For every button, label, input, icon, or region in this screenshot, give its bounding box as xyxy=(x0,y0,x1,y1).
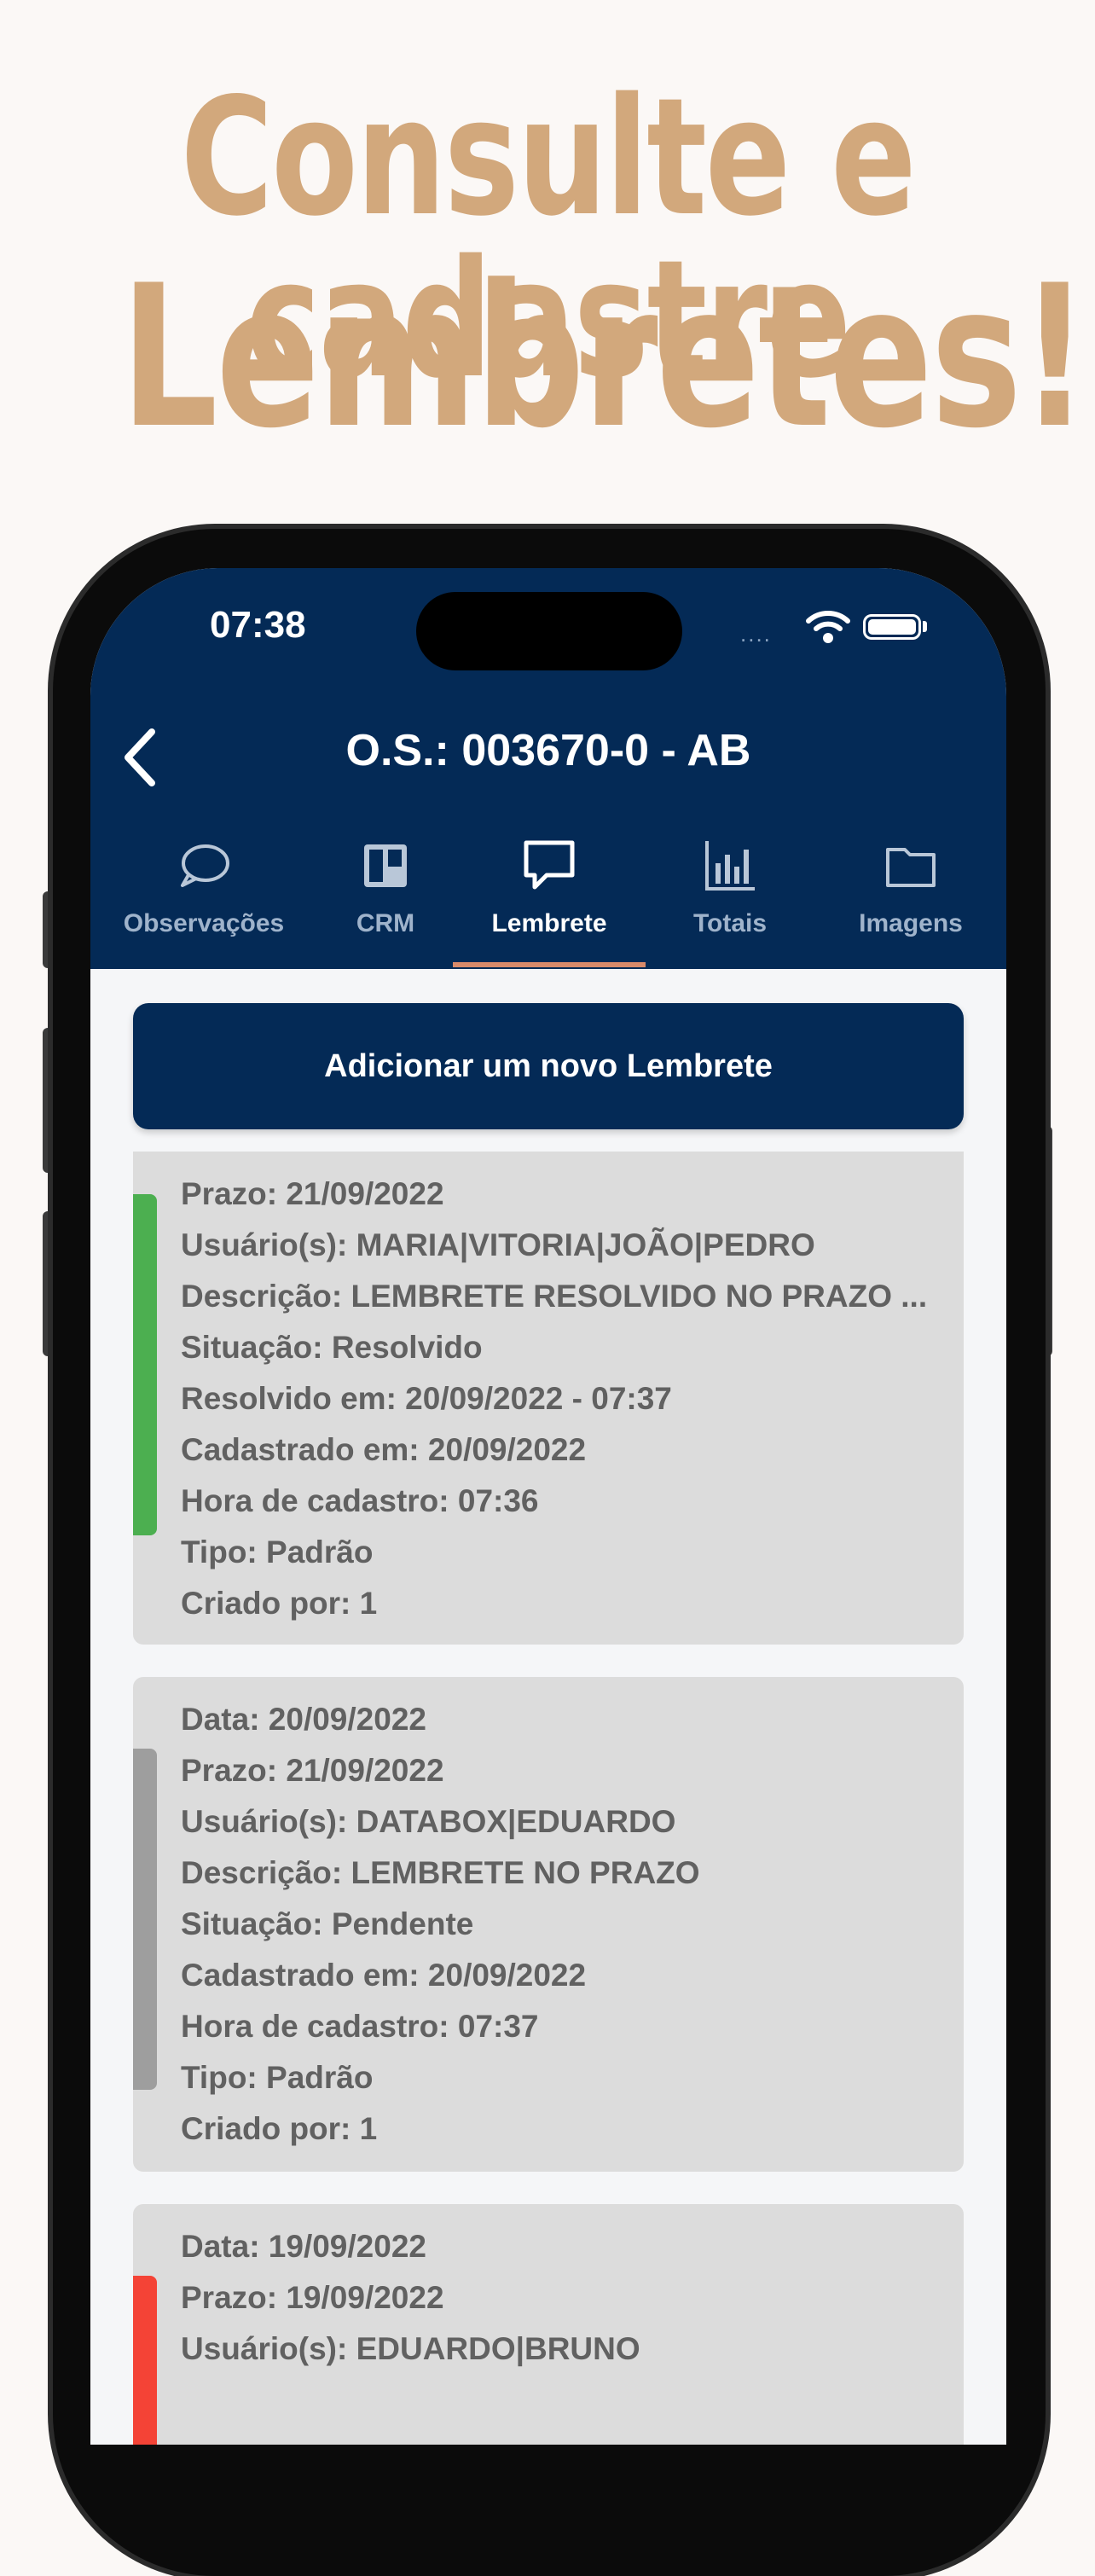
reminder-field: Resolvido em: 20/09/2022 - 07:37 xyxy=(181,1381,672,1416)
reminder-field: Descrição: LEMBRETE RESOLVIDO NO PRAZO .… xyxy=(181,1279,928,1314)
reminder-field: Cadastrado em: 20/09/2022 xyxy=(181,1958,587,1993)
status-indicator-resolved xyxy=(133,1194,157,1535)
reminder-field: Situação: Resolvido xyxy=(181,1330,483,1365)
tab-label: CRM xyxy=(356,909,415,937)
status-indicator-pending xyxy=(133,1749,157,2090)
promo-headline-line2: Lembretes! xyxy=(120,244,1089,472)
battery-tip xyxy=(923,621,927,632)
phone-screen: 07:38 .... O.S.: 003670-0 - AB Observaçõ… xyxy=(90,568,1006,2445)
tab-bar: Observações CRM Lembrete Totais Imagens xyxy=(90,824,1006,969)
page-title: O.S.: 003670-0 - AB xyxy=(345,726,751,775)
tab-label: Imagens xyxy=(859,909,963,937)
kanban-board-icon xyxy=(364,844,407,887)
tab-label: Observações xyxy=(123,909,285,937)
reminder-field: Cadastrado em: 20/09/2022 xyxy=(181,1432,587,1467)
reminder-details: Prazo: 21/09/2022 Usuário(s): MARIA|VITO… xyxy=(181,1169,938,1629)
app-header: 07:38 .... O.S.: 003670-0 - AB Observaçõ… xyxy=(90,568,1006,969)
tab-label: Lembrete xyxy=(491,909,607,937)
reminder-field: Data: 20/09/2022 xyxy=(181,1702,426,1737)
add-reminder-button[interactable]: Adicionar um novo Lembrete xyxy=(133,1003,964,1129)
reminder-card[interactable]: Prazo: 21/09/2022 Usuário(s): MARIA|VITO… xyxy=(133,1152,964,1645)
signal-icon: .... xyxy=(740,621,772,647)
reminder-field: Usuário(s): MARIA|VITORIA|JOÃO|PEDRO xyxy=(181,1227,815,1262)
tab-label: Totais xyxy=(692,909,768,937)
tab-totais[interactable]: Totais xyxy=(645,824,815,969)
status-time: 07:38 xyxy=(210,604,306,646)
reminder-details: Data: 19/09/2022 Prazo: 19/09/2022 Usuár… xyxy=(181,2221,938,2375)
reminder-field: Usuário(s): DATABOX|EDUARDO xyxy=(181,1804,676,1839)
reminder-field: Descrição: LEMBRETE NO PRAZO xyxy=(181,1855,700,1890)
status-indicator-overdue xyxy=(133,2276,157,2445)
reminder-card[interactable]: Data: 19/09/2022 Prazo: 19/09/2022 Usuár… xyxy=(133,2204,964,2445)
active-tab-indicator xyxy=(453,962,646,967)
reminder-card[interactable]: Data: 20/09/2022 Prazo: 21/09/2022 Usuár… xyxy=(133,1677,964,2172)
reminder-field: Tipo: Padrão xyxy=(181,1535,374,1569)
battery-icon xyxy=(863,614,921,640)
bar-chart-icon xyxy=(705,841,755,891)
speech-bubble-icon xyxy=(181,844,229,887)
reminder-field: Prazo: 21/09/2022 xyxy=(181,1176,444,1211)
reminder-field: Usuário(s): EDUARDO|BRUNO xyxy=(181,2331,640,2366)
reminder-list[interactable]: Prazo: 21/09/2022 Usuário(s): MARIA|VITO… xyxy=(90,1152,1006,2445)
folder-icon xyxy=(886,848,936,887)
tab-lembrete[interactable]: Lembrete xyxy=(454,824,645,969)
message-square-icon xyxy=(524,840,575,890)
dynamic-island xyxy=(416,592,682,670)
reminder-field: Prazo: 21/09/2022 xyxy=(181,1753,444,1788)
tab-observacoes[interactable]: Observações xyxy=(90,824,317,969)
reminder-field: Situação: Pendente xyxy=(181,1906,474,1941)
reminder-field: Prazo: 19/09/2022 xyxy=(181,2280,444,2315)
reminder-field: Data: 19/09/2022 xyxy=(181,2229,426,2264)
reminder-field: Hora de cadastro: 07:37 xyxy=(181,2009,539,2044)
reminder-field: Criado por: 1 xyxy=(181,2111,378,2146)
reminder-field: Criado por: 1 xyxy=(181,1586,378,1621)
tab-imagens[interactable]: Imagens xyxy=(815,824,1006,969)
tab-crm[interactable]: CRM xyxy=(317,824,454,969)
wifi-icon xyxy=(806,611,850,643)
reminder-field: Tipo: Padrão xyxy=(181,2060,374,2095)
reminder-details: Data: 20/09/2022 Prazo: 21/09/2022 Usuár… xyxy=(181,1694,938,2155)
reminder-field: Hora de cadastro: 07:36 xyxy=(181,1483,539,1518)
